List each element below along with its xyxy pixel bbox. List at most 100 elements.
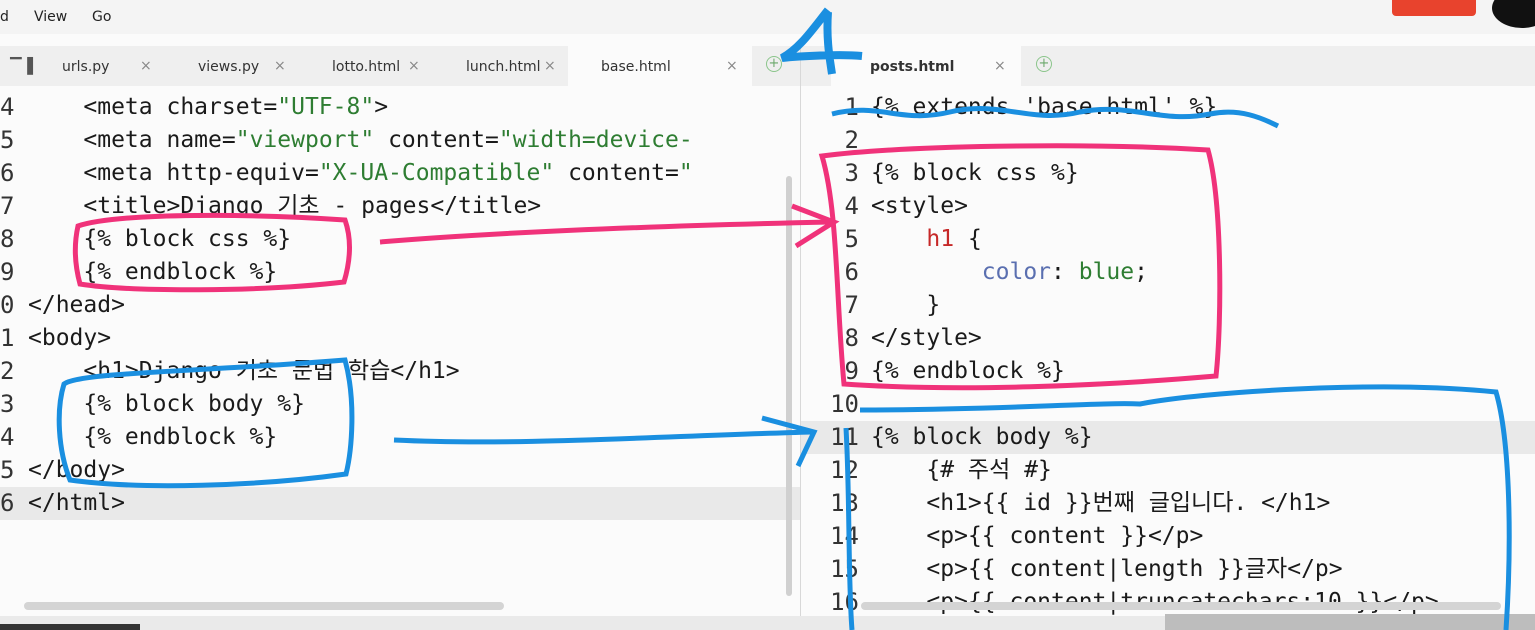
code-text: {% block body %} — [871, 424, 1093, 450]
code-text: <p>{{ content }}</p> — [926, 523, 1204, 549]
new-tab-icon[interactable]: + — [766, 56, 782, 72]
line-number: 1 — [844, 93, 859, 121]
code-text: {% endblock %} — [871, 358, 1065, 384]
code-text: } — [926, 292, 941, 318]
tab-label: views.py — [198, 59, 260, 75]
code-line[interactable]: 9 {% endblock %} — [801, 355, 1535, 388]
tab-bar-left: ▔▐ urls.py × views.py × lotto.html × lun… — [0, 46, 800, 86]
line-number: 4 — [0, 93, 15, 121]
code-line[interactable]: 2 — [801, 124, 1535, 157]
vertical-scrollbar[interactable] — [786, 176, 792, 596]
new-tab-icon[interactable]: + — [1036, 56, 1052, 72]
code-text: <meta name="viewport" content="width=dev… — [83, 127, 693, 153]
line-number: 10 — [830, 390, 859, 418]
code-text: <title>Django 기초 - pages</title> — [83, 193, 542, 219]
tab-base-html[interactable]: base.html × — [568, 46, 752, 86]
code-line[interactable]: 0 </head> — [0, 289, 800, 322]
line-number: 7 — [844, 291, 859, 319]
code-line[interactable]: 6 <meta http-equiv="X-UA-Compatible" con… — [0, 157, 800, 190]
code-line[interactable]: 4 {% endblock %} — [0, 421, 800, 454]
status-bar-segment — [0, 624, 140, 630]
line-number: 9 — [844, 357, 859, 385]
line-number: 13 — [830, 489, 859, 517]
line-number: 15 — [830, 555, 859, 583]
code-text: <p>{{ content|truncatechars:10 }}</p> — [871, 586, 1438, 616]
code-line[interactable]: 10 — [801, 388, 1535, 421]
code-text: <p>{{ content|length }}글자</p> — [926, 556, 1343, 582]
close-icon[interactable]: × — [140, 58, 152, 74]
code-text: <style> — [871, 193, 968, 219]
tab-label: urls.py — [62, 59, 110, 75]
horizontal-scrollbar[interactable] — [861, 602, 1501, 610]
tab-posts-html[interactable]: posts.html × — [831, 46, 1021, 86]
close-icon[interactable]: × — [274, 58, 286, 74]
tab-overflow-icon[interactable]: ▔▐ — [10, 57, 33, 75]
line-number: 8 — [844, 324, 859, 352]
line-number: 16 — [830, 588, 859, 616]
tab-label: base.html — [601, 59, 671, 75]
tab-views-py[interactable]: views.py × — [170, 46, 300, 86]
code-line[interactable]: 12 {# 주석 #} — [801, 454, 1535, 487]
menu-item-go[interactable]: Go — [92, 9, 111, 25]
close-icon[interactable]: × — [408, 58, 420, 74]
line-number: 6 — [844, 258, 859, 286]
tab-lunch-html[interactable]: lunch.html × — [434, 46, 568, 86]
editor-right[interactable]: 1 {% extends 'base.html' %} 2 3 {% block css… — [801, 86, 1535, 616]
code-line[interactable]: 8 </style> — [801, 322, 1535, 355]
line-number: 14 — [830, 522, 859, 550]
editor-left[interactable]: 4 <meta charset="UTF-8"> 5 <meta name="vi… — [0, 86, 800, 616]
record-button[interactable] — [1392, 0, 1476, 16]
code-line[interactable]: 15 <p>{{ content|length }}글자</p> — [801, 553, 1535, 586]
horizontal-scrollbar[interactable] — [24, 602, 504, 610]
code-line[interactable]: 16 <p>{{ content|truncatechars:10 }}</p> — [801, 586, 1535, 616]
code-text: </body> — [28, 457, 125, 483]
line-number: 9 — [0, 258, 15, 286]
tab-lotto-html[interactable]: lotto.html × — [300, 46, 434, 86]
line-number: 6 — [0, 489, 15, 517]
code-text: {% extends 'base.html' %} — [871, 94, 1218, 120]
close-icon[interactable]: × — [726, 58, 738, 74]
code-line[interactable]: 4 <style> — [801, 190, 1535, 223]
code-line[interactable]: 1 <body> — [0, 322, 800, 355]
code-text: <h1>{{ id }}번째 글입니다. </h1> — [926, 490, 1331, 516]
code-line[interactable]: 1 {% extends 'base.html' %} — [801, 91, 1535, 124]
code-line[interactable]: 13 <h1>{{ id }}번째 글입니다. </h1> — [801, 487, 1535, 520]
code-line[interactable]: 4 <meta charset="UTF-8"> — [0, 91, 800, 124]
code-line[interactable]: 6 color: blue; — [801, 256, 1535, 289]
code-text: </head> — [28, 292, 125, 318]
line-number: 2 — [0, 357, 15, 385]
code-line[interactable]: 3 {% block body %} — [0, 388, 800, 421]
code-line[interactable]: 8 {% block css %} — [0, 223, 800, 256]
code-line[interactable]: 7 } — [801, 289, 1535, 322]
line-number: 12 — [830, 456, 859, 484]
code-text: </style> — [871, 325, 982, 351]
code-line[interactable]: 9 {% endblock %} — [0, 256, 800, 289]
menu-bar: d View Go — [0, 0, 1535, 34]
line-number: 8 — [0, 225, 15, 253]
code-line[interactable]: 6 </html> — [0, 487, 800, 520]
code-line[interactable]: 5 h1 { — [801, 223, 1535, 256]
code-line[interactable]: 5 </body> — [0, 454, 800, 487]
tab-label: lunch.html — [466, 59, 541, 75]
code-line[interactable]: 5 <meta name="viewport" content="width=d… — [0, 124, 800, 157]
code-text: <meta http-equiv="X-UA-Compatible" conte… — [83, 160, 693, 186]
tab-label: lotto.html — [332, 59, 401, 75]
menu-item-edit[interactable]: d — [0, 9, 9, 25]
menu-item-view[interactable]: View — [34, 9, 67, 25]
code-text: <h1>Django 기초 문법 학습</h1> — [83, 358, 460, 384]
line-number: 3 — [844, 159, 859, 187]
code-line[interactable]: 14 <p>{{ content }}</p> — [801, 520, 1535, 553]
tab-urls-py[interactable]: urls.py × — [40, 46, 170, 86]
line-number: 11 — [830, 423, 859, 451]
line-number: 4 — [844, 192, 859, 220]
code-line[interactable]: 2 <h1>Django 기초 문법 학습</h1> — [0, 355, 800, 388]
code-text: </html> — [28, 490, 125, 516]
code-line[interactable]: 3 {% block css %} — [801, 157, 1535, 190]
code-line[interactable]: 7 <title>Django 기초 - pages</title> — [0, 190, 800, 223]
line-number: 1 — [0, 324, 15, 352]
close-icon[interactable]: × — [994, 58, 1006, 74]
taskbar-overlay — [1165, 614, 1535, 630]
code-line[interactable]: 11 {% block body %} — [801, 421, 1535, 454]
code-text: color: blue; — [981, 259, 1148, 285]
close-icon[interactable]: × — [544, 58, 556, 74]
